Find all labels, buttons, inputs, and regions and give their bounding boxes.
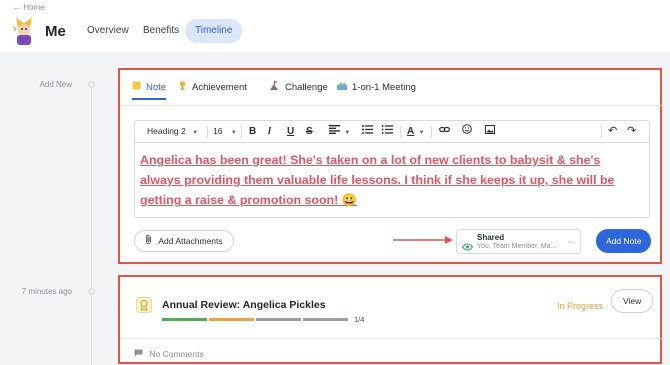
note-composer: Note Achievement Challenge 1-on-1 Meetin… <box>118 68 664 264</box>
home-link[interactable]: ← Home <box>13 3 45 12</box>
comment-icon <box>134 349 145 359</box>
progress-segment <box>303 318 348 321</box>
text-color-icon: A <box>407 126 415 137</box>
status-badge: In Progress <box>557 301 604 311</box>
link-icon <box>439 126 450 136</box>
align-left-icon <box>329 125 342 136</box>
chevron-down-icon: ⌄ <box>567 238 573 245</box>
undo-button[interactable]: ↶ <box>608 121 617 142</box>
meeting-icon <box>337 80 347 96</box>
view-button[interactable]: View <box>611 289 654 313</box>
review-title: Annual Review: Angelica Pickles <box>162 299 326 311</box>
toolbar-separator <box>207 126 208 138</box>
note-icon <box>132 80 141 96</box>
smiley-icon <box>462 124 472 136</box>
chevron-down-icon: ▼ <box>344 130 351 136</box>
toolbar-separator <box>400 126 401 138</box>
progress-segment <box>256 318 301 321</box>
undo-icon: ↶ <box>608 125 618 137</box>
image-button[interactable] <box>485 121 495 142</box>
share-title: Shared <box>477 233 505 242</box>
tab-benefits[interactable]: Benefits <box>133 19 189 43</box>
tab-timeline[interactable]: Timeline <box>185 19 243 43</box>
tab-challenge[interactable]: Challenge <box>270 80 328 100</box>
page-header: ← Home Me Overview Benefits Timeline <box>0 0 670 52</box>
emoji-button[interactable] <box>462 121 472 142</box>
chevron-down-icon: ▼ <box>192 130 199 136</box>
bullet-list-button[interactable] <box>362 121 373 142</box>
italic-button[interactable]: I <box>268 121 271 142</box>
add-attachments-label: Add Attachments <box>158 236 223 246</box>
text-color-button[interactable]: A ▼ <box>407 121 425 142</box>
add-note-button[interactable]: Add Note <box>596 229 652 253</box>
font-size-select[interactable]: 16 ▼ <box>213 121 237 142</box>
progress-segment <box>162 318 207 321</box>
comments-label: No Comments <box>149 349 204 359</box>
review-progress-bar <box>162 318 350 322</box>
chevron-down-icon: ▼ <box>230 130 237 136</box>
editor-toolbar: Heading 2 ▼ 16 ▼ B I U S ▼ A ▼ ↶ ↷ <box>134 120 650 142</box>
add-new-label: Add New <box>39 80 72 89</box>
annual-review-card: Annual Review: Angelica Pickles 1/4 In P… <box>118 275 664 364</box>
tab-1on1-meeting[interactable]: 1-on-1 Meeting <box>337 80 416 100</box>
numbered-list-button[interactable] <box>382 121 393 142</box>
redo-button[interactable]: ↷ <box>627 121 636 142</box>
heading-select-value: Heading 2 <box>147 126 186 136</box>
toolbar-separator <box>431 126 432 138</box>
tab-challenge-label: Challenge <box>285 82 328 93</box>
tab-overview[interactable]: Overview <box>77 19 139 43</box>
comments-link[interactable]: No Comments <box>134 349 204 359</box>
font-size-value: 16 <box>213 126 223 136</box>
align-button[interactable]: ▼ <box>329 121 350 142</box>
note-editor[interactable]: Angelica has been great! She's taken on … <box>134 142 650 218</box>
underline-button[interactable]: U <box>287 121 294 142</box>
toolbar-separator <box>241 126 242 138</box>
avatar <box>11 16 37 46</box>
note-body-text: Angelica has been great! She's taken on … <box>140 153 615 207</box>
tab-note[interactable]: Note <box>132 80 167 100</box>
share-audience: You, Team Member, Ma... <box>477 243 557 250</box>
page-title: Me <box>45 23 66 40</box>
tab-achievement[interactable]: Achievement <box>178 80 247 100</box>
divider <box>120 105 664 106</box>
chevron-down-icon: ▼ <box>418 130 425 136</box>
annotation-arrow <box>393 236 453 244</box>
trophy-icon <box>178 80 187 96</box>
timeline-dot <box>88 81 95 88</box>
numbered-list-icon <box>382 125 393 136</box>
link-button[interactable] <box>439 121 450 142</box>
eye-icon <box>461 238 474 256</box>
tab-1on1-meeting-label: 1-on-1 Meeting <box>352 82 416 93</box>
divider <box>120 338 664 339</box>
timeline-line <box>91 84 92 365</box>
progress-segment <box>209 318 254 321</box>
progress-count: 1/4 <box>354 315 365 324</box>
mountain-flag-icon <box>270 80 280 96</box>
paperclip-icon <box>145 234 154 246</box>
add-attachments-button[interactable]: Add Attachments <box>134 230 234 252</box>
heading-select[interactable]: Heading 2 ▼ <box>147 121 198 142</box>
strikethrough-button[interactable]: S <box>306 121 313 142</box>
tab-achievement-label: Achievement <box>192 82 247 93</box>
image-icon <box>485 125 495 136</box>
bullet-list-icon <box>362 125 373 136</box>
review-badge-icon <box>136 297 152 318</box>
redo-icon: ↷ <box>627 125 637 137</box>
share-visibility-select[interactable]: Shared You, Team Member, Ma... ⌄ <box>456 229 581 254</box>
toolbar-separator <box>601 126 602 138</box>
entry-timestamp: 7 minutes ago <box>21 287 72 296</box>
timeline-dot <box>88 288 95 295</box>
tab-note-label: Note <box>146 82 167 93</box>
bold-button[interactable]: B <box>249 121 256 142</box>
